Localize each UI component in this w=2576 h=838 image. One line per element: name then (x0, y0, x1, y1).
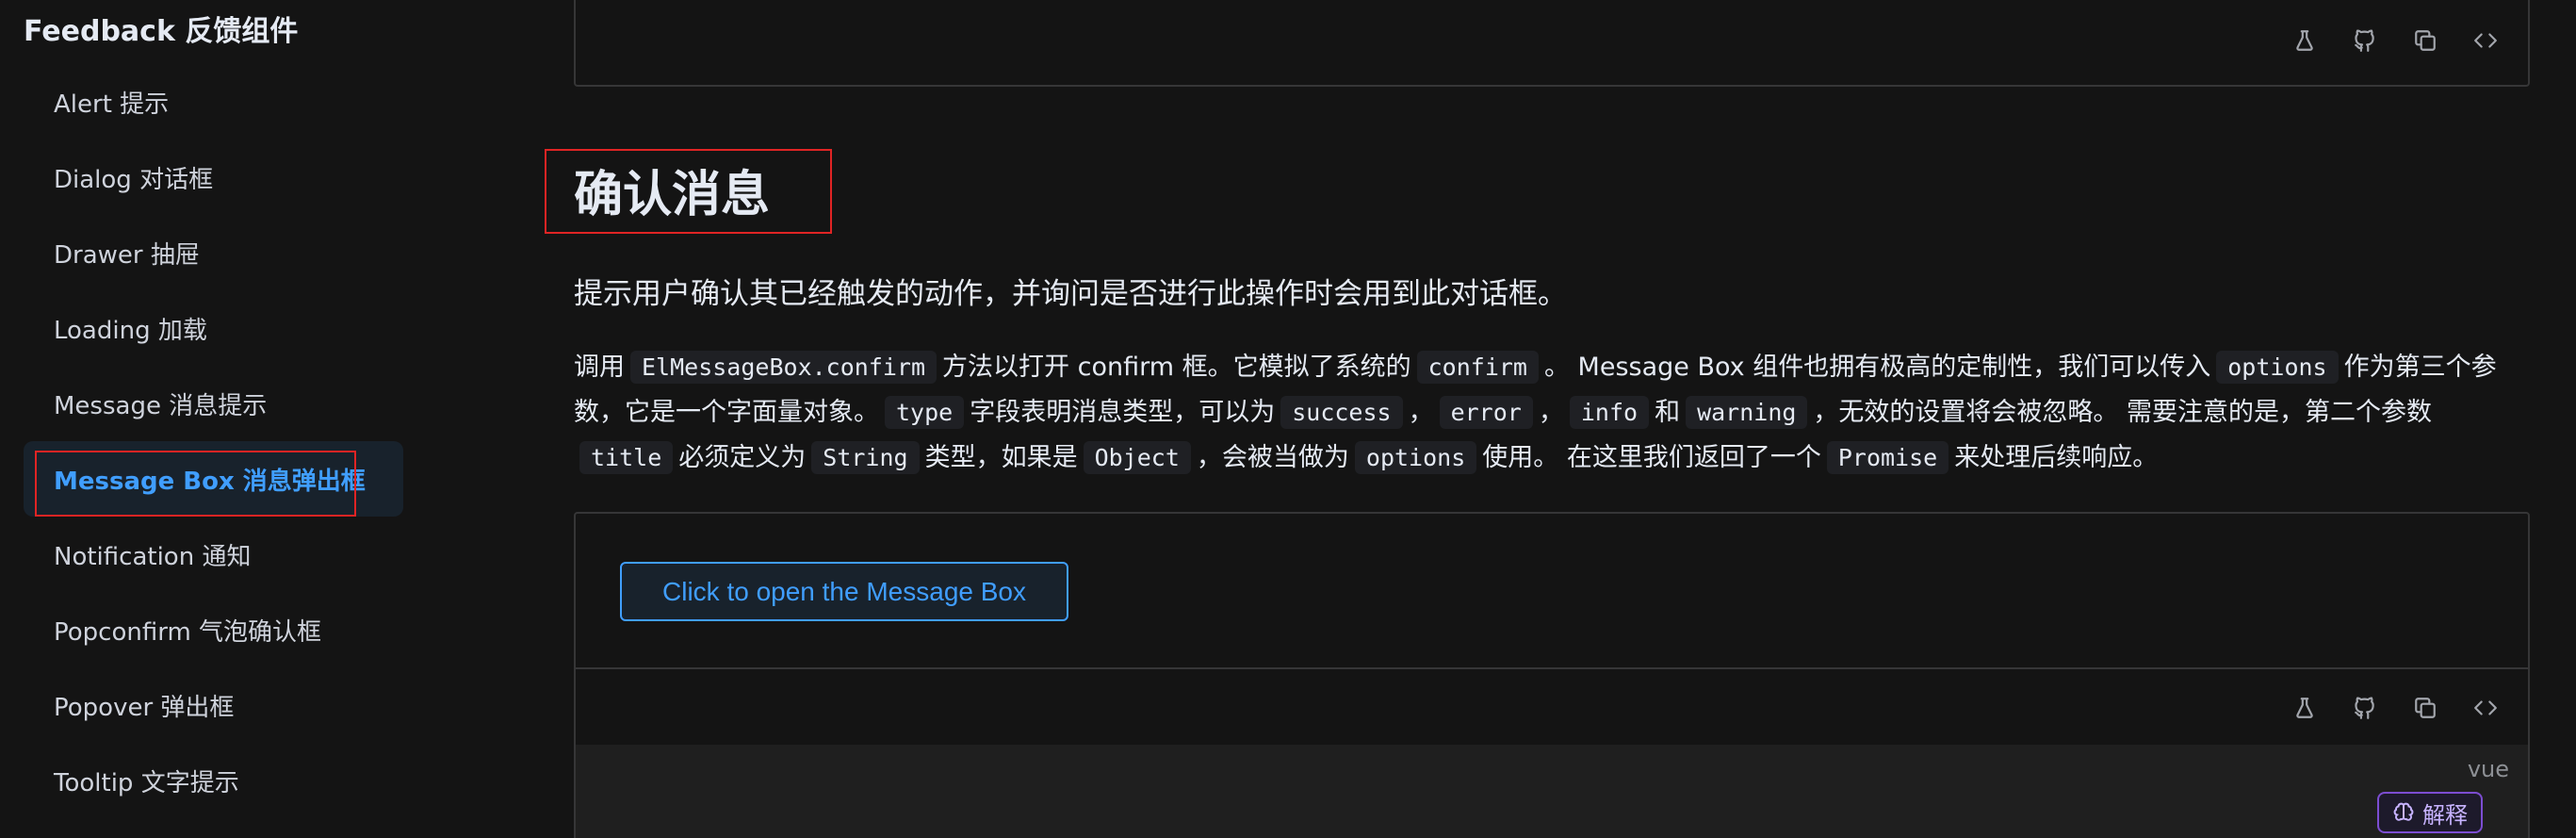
inline-code: success (1280, 396, 1403, 429)
inline-code: type (885, 396, 965, 429)
confirm-demo-card: Click to open the Message Box vue 解释 (574, 512, 2530, 838)
code-icon[interactable] (2471, 26, 2500, 55)
sidebar-item-tooltip[interactable]: Tooltip 文字提示 (24, 743, 403, 818)
code-language-label: vue (2467, 756, 2509, 782)
sidebar-item-dialog[interactable]: Dialog 对话框 (24, 140, 403, 215)
section-description: 调用 ElMessageBox.confirm 方法以打开 confirm 框。它模… (574, 351, 2497, 474)
code-block: vue 解释 (576, 745, 2528, 838)
demo-preview: Click to open the Message Box (576, 514, 2528, 669)
github-icon[interactable] (2351, 26, 2379, 55)
inline-code: ElMessageBox.confirm (630, 351, 937, 384)
sidebar-item-message[interactable]: Message 消息提示 (24, 366, 403, 441)
previous-demo-card (574, 0, 2530, 87)
copy-icon[interactable] (2411, 26, 2439, 55)
inline-code: info (1569, 396, 1650, 429)
explain-label: 解释 (2422, 802, 2468, 829)
github-icon[interactable] (2351, 694, 2379, 722)
sidebar: Feedback 反馈组件 Alert 提示 Dialog 对话框 Drawer… (0, 0, 443, 838)
inline-code: error (1439, 396, 1533, 429)
demo-toolbar (2291, 4, 2528, 77)
sidebar-item-popover[interactable]: Popover 弹出框 (24, 667, 403, 743)
brain-icon (2393, 802, 2414, 821)
playground-icon[interactable] (2291, 26, 2319, 55)
inline-code: Promise (1826, 441, 1949, 474)
section-lead: 提示用户确认其已经触发的动作，并询问是否进行此操作时会用到此对话框。 (574, 277, 1567, 311)
open-message-box-button[interactable]: Click to open the Message Box (620, 562, 1068, 621)
inline-code: options (2216, 351, 2339, 384)
demo-toolbar (2291, 671, 2528, 745)
inline-code: options (1354, 441, 1477, 474)
explain-button[interactable]: 解释 (2377, 792, 2483, 833)
sidebar-item-alert[interactable]: Alert 提示 (24, 64, 403, 140)
sidebar-item-message-box[interactable]: Message Box 消息弹出框 (24, 441, 403, 517)
main-content: 确认消息 提示用户确认其已经触发的动作，并询问是否进行此操作时会用到此对话框。 … (443, 0, 2576, 838)
sidebar-item-popconfirm[interactable]: Popconfirm 气泡确认框 (24, 592, 403, 667)
playground-icon[interactable] (2291, 694, 2319, 722)
code-icon[interactable] (2471, 694, 2500, 722)
inline-code: confirm (1416, 351, 1539, 384)
sidebar-item-drawer[interactable]: Drawer 抽屉 (24, 215, 403, 290)
inline-code: title (579, 441, 674, 474)
section-title: 确认消息 (574, 167, 771, 223)
copy-icon[interactable] (2411, 694, 2439, 722)
inline-code: String (811, 441, 920, 474)
inline-code: Object (1083, 441, 1191, 474)
sidebar-item-notification[interactable]: Notification 通知 (24, 517, 403, 592)
inline-code: warning (1686, 396, 1808, 429)
sidebar-item-loading[interactable]: Loading 加载 (24, 290, 403, 366)
sidebar-group-title: Feedback 反馈组件 (24, 15, 299, 48)
